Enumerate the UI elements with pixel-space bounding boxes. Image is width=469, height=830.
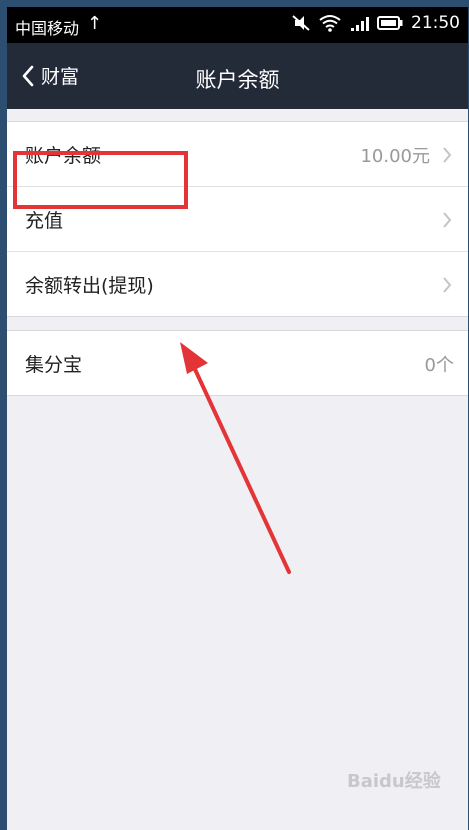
watermark: Baidu经验 [347,771,441,792]
annotation-arrow [180,342,291,574]
phone-screen: 中国移动 ↑ 21:50 财富 账户余额 账户余额 10.00元 充值 余额转出… [7,7,468,830]
